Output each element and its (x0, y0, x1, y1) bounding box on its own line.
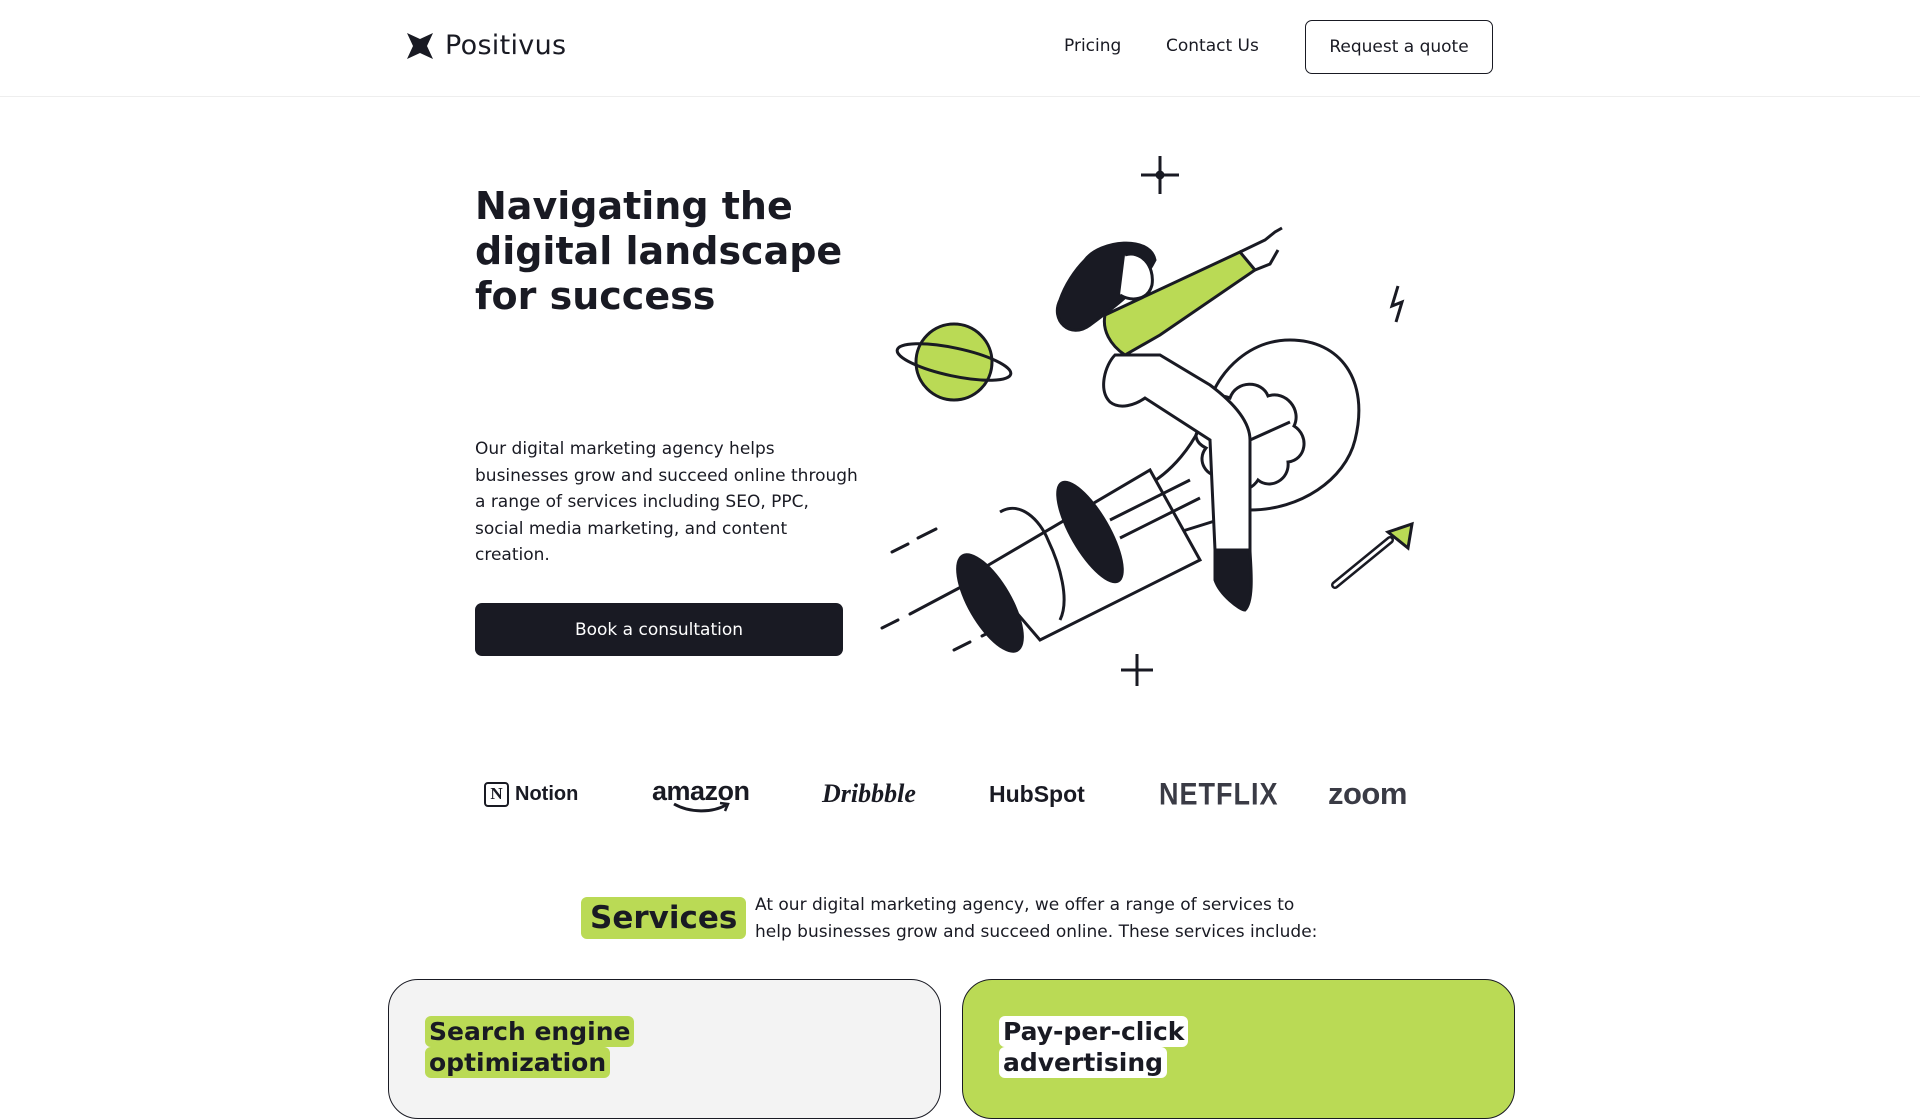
service-card-title: Pay-per-click advertising (999, 1016, 1189, 1078)
amazon-logo: amazon (652, 772, 750, 816)
hubspot-logo: HubSpot (989, 780, 1085, 807)
sparkle-icon (1141, 156, 1179, 194)
service-card-title-line: optimization (425, 1047, 611, 1078)
service-card-ppc[interactable]: Pay-per-click advertising (962, 979, 1515, 1119)
notion-logo-text: Notion (515, 782, 579, 805)
service-card-title-line: advertising (999, 1047, 1168, 1078)
paintbrush-icon (1331, 521, 1414, 589)
nav-pricing-link[interactable]: Pricing (1064, 36, 1121, 56)
plus-icon (1121, 654, 1153, 686)
lightning-icon (1389, 285, 1405, 323)
notion-logo: N Notion (484, 772, 578, 816)
site-header: Positivus Pricing Contact Us Request a q… (0, 0, 1920, 97)
dribbble-logo: Dribbble (822, 779, 916, 808)
nav-contact-link[interactable]: Contact Us (1166, 36, 1259, 56)
services-heading: Services (581, 897, 747, 939)
hero-description: Our digital marketing agency helps busin… (475, 439, 858, 565)
notion-icon: N (484, 781, 509, 807)
planet-icon (895, 322, 1013, 402)
service-card-title: Search engine optimization (425, 1016, 635, 1078)
request-quote-button[interactable]: Request a quote (1305, 20, 1493, 74)
service-card-title-line: Pay-per-click (999, 1016, 1189, 1047)
positivus-star-icon (407, 32, 433, 59)
brand-logo[interactable]: Positivus (407, 30, 566, 61)
services-description: At our digital marketing agency, we offe… (755, 895, 1318, 942)
netflix-logo: NETFLIX (1159, 776, 1279, 811)
book-consultation-button[interactable]: Book a consultation (475, 603, 843, 656)
hero-title: Navigating the digital landscape for suc… (475, 184, 843, 318)
service-card-seo[interactable]: Search engine optimization (388, 979, 941, 1119)
service-card-title-line: Search engine (425, 1016, 635, 1047)
brand-name: Positivus (445, 30, 567, 61)
zoom-logo: zoom (1328, 776, 1407, 811)
amazon-smile-icon (673, 801, 730, 812)
hero-illustration (880, 156, 1414, 686)
pen-rocket (956, 467, 1203, 653)
